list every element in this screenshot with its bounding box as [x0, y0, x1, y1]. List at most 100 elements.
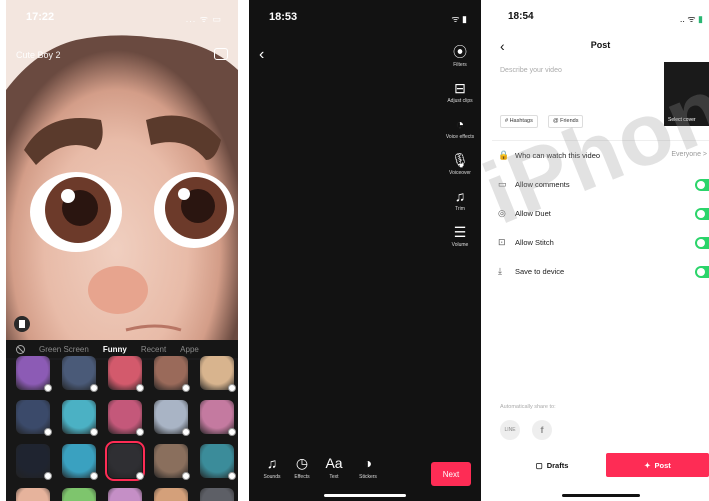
wifi-battery-icons: ᯤ ▮: [451, 14, 467, 24]
effect-tile[interactable]: [154, 488, 188, 501]
tool-label: Volume: [451, 242, 469, 248]
editor-bottom-toolbar: ♫ Sounds ◷ Effects Aa Text ◑ Stickers Ne…: [249, 454, 481, 494]
signal-wifi-battery-icons: ... ᯤ ▭: [185, 14, 222, 24]
effects-clock-icon: ◷: [295, 455, 309, 471]
effect-tile[interactable]: [108, 356, 144, 392]
drafts-label: Drafts: [546, 460, 569, 470]
download-badge-icon: [90, 472, 98, 480]
effect-tile[interactable]: [200, 356, 236, 392]
effect-tile[interactable]: [154, 444, 190, 480]
tool-volume[interactable]: ☰ Volume: [443, 224, 477, 248]
tool-adjust-clips[interactable]: ⊟ Adjust clips: [443, 80, 477, 104]
tool-label: Voiceover: [449, 170, 471, 176]
facebook-share-icon[interactable]: f: [532, 420, 552, 440]
home-indicator: [324, 494, 406, 497]
tool-voice-effects[interactable]: ◔ Voice effects: [443, 116, 477, 140]
effect-tile[interactable]: [62, 444, 98, 480]
status-bar: 18:53 ᯤ ▮: [249, 0, 481, 28]
category-funny[interactable]: Funny: [103, 345, 127, 354]
post-button[interactable]: ✦ Post: [606, 453, 709, 477]
effect-tile[interactable]: [154, 400, 190, 436]
tool-label: Trim: [455, 206, 465, 212]
effect-tile[interactable]: [105, 441, 145, 481]
download-badge-icon: [228, 472, 236, 480]
download-badge-icon: [136, 384, 144, 392]
tool-stickers[interactable]: ◑ Stickers: [351, 454, 385, 480]
effect-name-label[interactable]: Cute Boy 2: [16, 50, 61, 60]
status-time: 18:54: [508, 11, 534, 22]
download-badge-icon: [182, 472, 190, 480]
describe-video-input[interactable]: Describe your video: [500, 67, 562, 74]
status-time: 18:53: [269, 11, 298, 23]
effect-tile[interactable]: [108, 488, 142, 501]
effect-tile[interactable]: [200, 400, 236, 436]
category-green-screen[interactable]: Green Screen: [39, 345, 89, 354]
auto-share-label: Automatically share to:: [500, 404, 556, 410]
effect-tile[interactable]: [16, 444, 52, 480]
phone-video-editor: 18:53 ᯤ ▮ ‹ ⦿ Filters ⊟ Adjust clips ◔ V…: [249, 0, 481, 501]
tool-effects[interactable]: ◷ Effects: [285, 454, 319, 480]
adjust-clips-icon: ⊟: [454, 80, 466, 96]
no-effect-icon[interactable]: [16, 344, 25, 354]
allow-duet-toggle[interactable]: [695, 208, 709, 220]
next-button[interactable]: Next: [431, 462, 471, 486]
voice-effects-icon: ◔: [455, 116, 465, 132]
download-badge-icon: [182, 428, 190, 436]
tool-label: Adjust clips: [447, 98, 473, 104]
download-badge-icon: [44, 428, 52, 436]
effect-tile[interactable]: [16, 488, 50, 501]
allow-comments-toggle[interactable]: [695, 179, 709, 191]
status-bar: 17:22 ... ᯤ ▭: [6, 0, 238, 28]
signal-icons: .. ᯤ: [679, 14, 696, 24]
effect-tile[interactable]: [62, 488, 96, 501]
effect-tile[interactable]: [16, 400, 52, 436]
tool-text[interactable]: Aa Text: [317, 454, 351, 480]
filters-icon: ⦿: [453, 44, 467, 60]
download-badge-icon: [136, 428, 144, 436]
effect-tile[interactable]: [62, 356, 98, 392]
setting-label: Save to device: [515, 267, 565, 276]
effect-tile[interactable]: [108, 400, 144, 436]
battery-icon: ▮: [698, 14, 703, 24]
tool-label: Sounds: [263, 474, 281, 480]
effect-tile[interactable]: [200, 444, 236, 480]
download-badge-icon: [90, 384, 98, 392]
tool-sounds[interactable]: ♫ Sounds: [255, 454, 289, 480]
allow-stitch-toggle[interactable]: [695, 237, 709, 249]
page-title: Post: [590, 40, 611, 50]
volume-sliders-icon: ☰: [453, 224, 467, 240]
tool-label: Filters: [453, 62, 467, 68]
trim-icon: ♫: [454, 188, 466, 204]
download-badge-icon: [44, 384, 52, 392]
wifi-icon: .. ᯤ ▮: [680, 12, 703, 25]
effect-grid: [6, 356, 238, 501]
category-appearance[interactable]: Appe: [180, 345, 199, 354]
back-icon[interactable]: ‹: [259, 46, 264, 64]
post-icon: ✦: [644, 460, 651, 470]
text-icon: Aa: [325, 455, 343, 471]
home-indicator: [562, 494, 640, 497]
download-badge-icon: [182, 384, 190, 392]
effect-tile[interactable]: [62, 400, 98, 436]
allow-stitch-row: ⊡ Allow Stitch: [498, 236, 709, 250]
download-badge-icon: [228, 384, 236, 392]
effect-tile[interactable]: [154, 356, 190, 392]
tool-label: Effects: [294, 474, 310, 480]
download-badge-icon: [90, 428, 98, 436]
flip-camera-icon[interactable]: [214, 48, 228, 60]
category-recent[interactable]: Recent: [141, 345, 166, 354]
save-to-device-toggle[interactable]: [695, 266, 709, 278]
tool-label: Voice effects: [445, 134, 475, 140]
tool-filters[interactable]: ⦿ Filters: [443, 44, 477, 68]
effect-tile[interactable]: [16, 356, 52, 392]
download-badge-icon: [136, 472, 144, 480]
effect-tile[interactable]: [200, 488, 234, 501]
drafts-icon: ▢: [535, 460, 543, 470]
post-label: Post: [654, 460, 671, 470]
line-share-icon[interactable]: LINE: [500, 420, 520, 440]
download-badge-icon: [228, 428, 236, 436]
music-note-icon: ♫: [266, 455, 278, 471]
drafts-button[interactable]: ▢ Drafts: [500, 453, 604, 477]
tool-trim[interactable]: ♫ Trim: [443, 188, 477, 212]
bookmark-icon[interactable]: [14, 316, 30, 332]
